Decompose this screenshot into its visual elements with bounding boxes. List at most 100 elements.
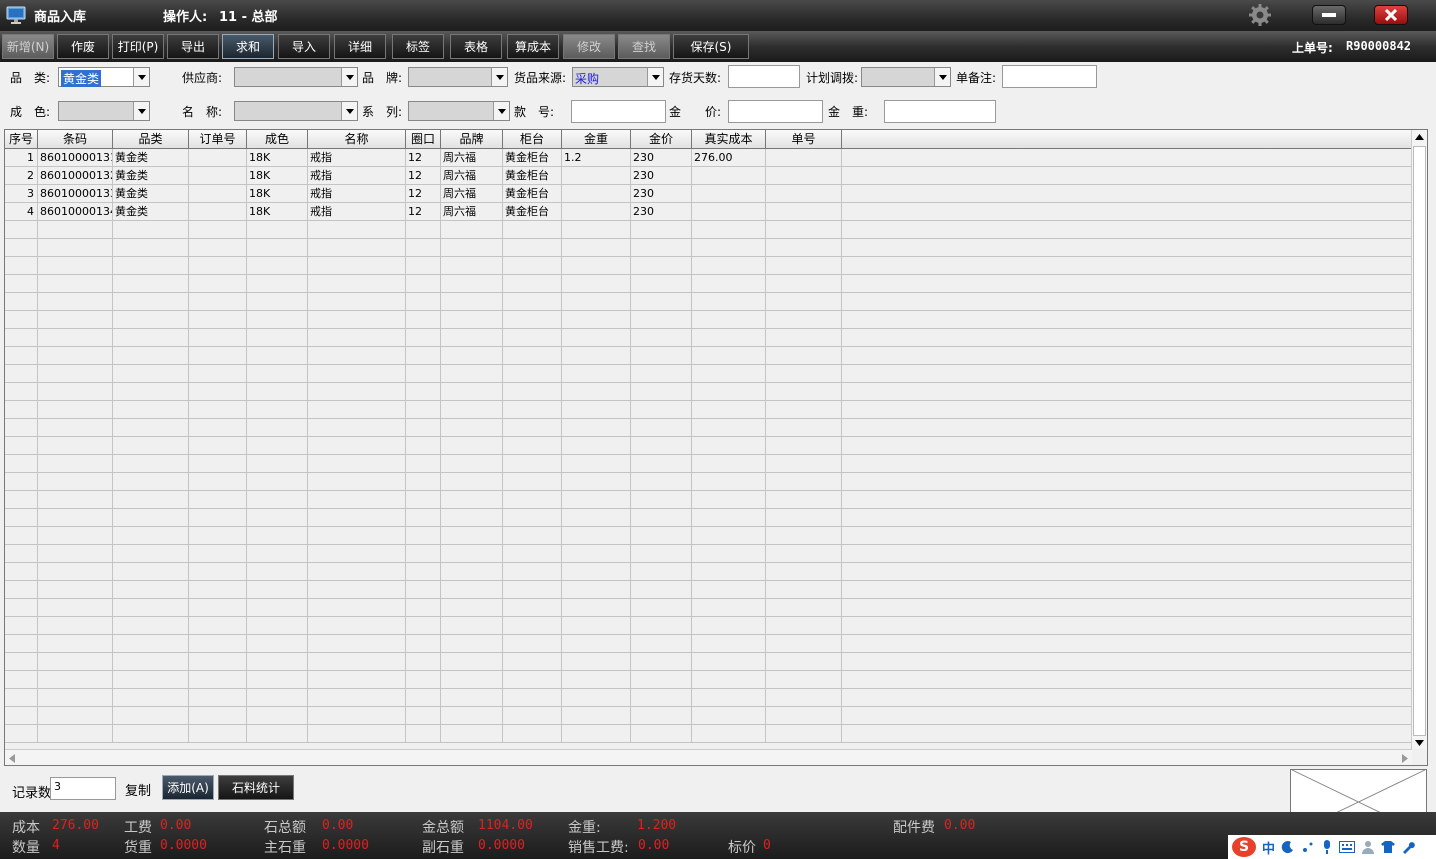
table-cell[interactable]: 12 bbox=[406, 185, 441, 203]
table-cell[interactable] bbox=[562, 239, 631, 257]
table-cell[interactable] bbox=[308, 275, 406, 293]
table-cell[interactable] bbox=[406, 689, 441, 707]
table-cell[interactable] bbox=[247, 689, 308, 707]
chevron-down-icon[interactable] bbox=[133, 102, 149, 120]
empty-row[interactable] bbox=[5, 221, 1412, 239]
table-cell[interactable] bbox=[308, 455, 406, 473]
table-cell[interactable] bbox=[503, 365, 562, 383]
add-button[interactable]: 添加(A) bbox=[162, 775, 214, 800]
table-cell[interactable] bbox=[113, 653, 189, 671]
table-cell[interactable] bbox=[842, 545, 1412, 563]
empty-row[interactable] bbox=[5, 329, 1412, 347]
table-cell[interactable]: 12 bbox=[406, 167, 441, 185]
table-cell[interactable] bbox=[5, 671, 38, 689]
table-cell[interactable] bbox=[406, 221, 441, 239]
column-header[interactable]: 金重 bbox=[562, 130, 631, 149]
table-cell[interactable] bbox=[38, 257, 113, 275]
table-cell[interactable] bbox=[503, 707, 562, 725]
table-cell[interactable]: 18K bbox=[247, 203, 308, 221]
table-cell[interactable] bbox=[692, 563, 766, 581]
table-cell[interactable]: 周六福 bbox=[441, 185, 503, 203]
category-select[interactable]: 黄金类 bbox=[58, 67, 150, 87]
table-cell[interactable] bbox=[189, 581, 247, 599]
table-cell[interactable] bbox=[406, 491, 441, 509]
table-cell[interactable]: 戒指 bbox=[308, 167, 406, 185]
table-cell[interactable] bbox=[766, 635, 842, 653]
table-cell[interactable] bbox=[631, 563, 692, 581]
table-cell[interactable] bbox=[247, 707, 308, 725]
table-cell[interactable] bbox=[766, 527, 842, 545]
void-button[interactable]: 作废 bbox=[57, 34, 109, 59]
table-cell[interactable] bbox=[441, 635, 503, 653]
table-cell[interactable] bbox=[631, 257, 692, 275]
table-cell[interactable] bbox=[562, 527, 631, 545]
table-cell[interactable] bbox=[562, 329, 631, 347]
table-cell[interactable] bbox=[5, 653, 38, 671]
table-cell[interactable] bbox=[692, 599, 766, 617]
table-cell[interactable] bbox=[692, 689, 766, 707]
table-cell[interactable] bbox=[766, 185, 842, 203]
table-cell[interactable]: 黄金类 bbox=[113, 167, 189, 185]
shirt-icon[interactable] bbox=[1381, 840, 1396, 854]
table-cell[interactable] bbox=[5, 329, 38, 347]
table-cell[interactable] bbox=[441, 311, 503, 329]
table-cell[interactable] bbox=[189, 707, 247, 725]
table-cell[interactable] bbox=[766, 293, 842, 311]
table-cell[interactable] bbox=[247, 581, 308, 599]
table-cell[interactable] bbox=[842, 509, 1412, 527]
table-cell[interactable] bbox=[766, 347, 842, 365]
table-cell[interactable] bbox=[38, 617, 113, 635]
table-cell[interactable] bbox=[38, 221, 113, 239]
table-cell[interactable] bbox=[631, 437, 692, 455]
table-cell[interactable] bbox=[631, 473, 692, 491]
table-button[interactable]: 表格 bbox=[450, 34, 502, 59]
table-cell[interactable] bbox=[308, 311, 406, 329]
table-cell[interactable] bbox=[38, 275, 113, 293]
table-cell[interactable] bbox=[766, 599, 842, 617]
table-cell[interactable] bbox=[247, 473, 308, 491]
table-cell[interactable] bbox=[562, 491, 631, 509]
table-cell[interactable] bbox=[766, 653, 842, 671]
table-cell[interactable] bbox=[5, 419, 38, 437]
table-cell[interactable] bbox=[406, 545, 441, 563]
table-cell[interactable] bbox=[842, 599, 1412, 617]
column-header[interactable]: 真实成本 bbox=[692, 130, 766, 149]
style-input[interactable] bbox=[571, 100, 666, 123]
table-cell[interactable] bbox=[308, 617, 406, 635]
table-cell[interactable] bbox=[692, 581, 766, 599]
table-cell[interactable] bbox=[766, 203, 842, 221]
table-cell[interactable] bbox=[766, 545, 842, 563]
column-header[interactable]: 柜台 bbox=[503, 130, 562, 149]
table-cell[interactable] bbox=[5, 365, 38, 383]
name-select[interactable] bbox=[234, 101, 358, 121]
table-cell[interactable] bbox=[247, 419, 308, 437]
print-button[interactable]: 打印(P) bbox=[112, 34, 164, 59]
table-cell[interactable] bbox=[189, 149, 247, 167]
table-cell[interactable] bbox=[38, 365, 113, 383]
table-cell[interactable] bbox=[692, 617, 766, 635]
table-cell[interactable] bbox=[692, 293, 766, 311]
table-cell[interactable] bbox=[406, 725, 441, 743]
table-cell[interactable] bbox=[247, 347, 308, 365]
table-cell[interactable]: 4 bbox=[5, 203, 38, 221]
table-cell[interactable]: 230 bbox=[631, 149, 692, 167]
table-cell[interactable] bbox=[842, 347, 1412, 365]
table-cell[interactable] bbox=[308, 599, 406, 617]
table-cell[interactable] bbox=[842, 365, 1412, 383]
table-cell[interactable] bbox=[308, 581, 406, 599]
minimize-button[interactable] bbox=[1312, 5, 1346, 25]
table-cell[interactable]: 18K bbox=[247, 185, 308, 203]
gold-weight-input[interactable] bbox=[884, 100, 996, 123]
table-cell[interactable] bbox=[766, 149, 842, 167]
table-cell[interactable] bbox=[189, 473, 247, 491]
table-cell[interactable] bbox=[842, 383, 1412, 401]
table-cell[interactable] bbox=[5, 401, 38, 419]
table-cell[interactable] bbox=[441, 473, 503, 491]
table-cell[interactable] bbox=[692, 437, 766, 455]
table-cell[interactable] bbox=[113, 437, 189, 455]
table-cell[interactable] bbox=[766, 473, 842, 491]
table-cell[interactable] bbox=[113, 563, 189, 581]
table-cell[interactable] bbox=[406, 311, 441, 329]
table-cell[interactable] bbox=[842, 185, 1412, 203]
table-cell[interactable] bbox=[842, 455, 1412, 473]
